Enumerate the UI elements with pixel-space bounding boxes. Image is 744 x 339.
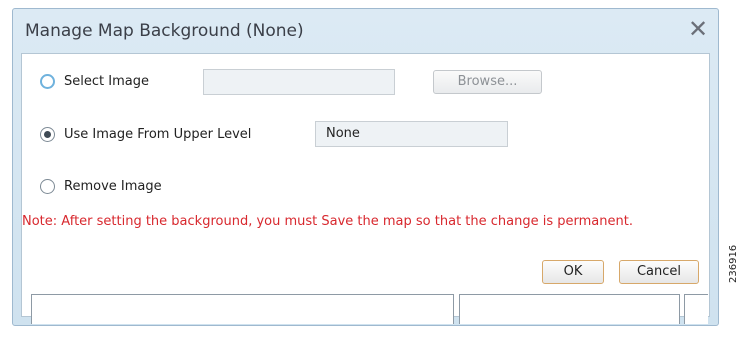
upper-level-radio[interactable]	[40, 127, 55, 142]
upper-level-label[interactable]: Use Image From Upper Level	[64, 127, 251, 142]
save-warning-note: Note: After setting the background, you …	[22, 214, 633, 229]
select-image-radio[interactable]	[40, 74, 55, 89]
figure-id: 236916	[728, 244, 739, 283]
remove-image-radio[interactable]	[40, 179, 55, 194]
select-image-label[interactable]: Select Image	[64, 74, 149, 89]
remove-image-row: Remove Image	[40, 177, 240, 199]
radio-selected-dot	[44, 131, 51, 138]
cancel-button[interactable]: Cancel	[619, 260, 699, 284]
status-pane-right	[684, 294, 708, 324]
browse-button[interactable]: Browse...	[433, 70, 542, 94]
close-icon[interactable]: ✕	[686, 15, 710, 43]
dialog-title: Manage Map Background (None)	[25, 21, 304, 41]
ok-button[interactable]: OK	[542, 260, 604, 284]
upper-level-value-field: None	[315, 121, 508, 147]
status-pane-left	[31, 294, 454, 324]
manage-map-background-dialog: Manage Map Background (None) ✕ Select Im…	[12, 8, 719, 326]
upper-level-row: Use Image From Upper Level	[40, 125, 320, 147]
image-path-input[interactable]	[203, 69, 395, 95]
dialog-body: Select Image Browse... Use Image From Up…	[21, 53, 710, 324]
dialog-titlebar: Manage Map Background (None) ✕	[13, 9, 718, 53]
status-pane-middle	[459, 294, 680, 324]
remove-image-label[interactable]: Remove Image	[64, 179, 162, 194]
